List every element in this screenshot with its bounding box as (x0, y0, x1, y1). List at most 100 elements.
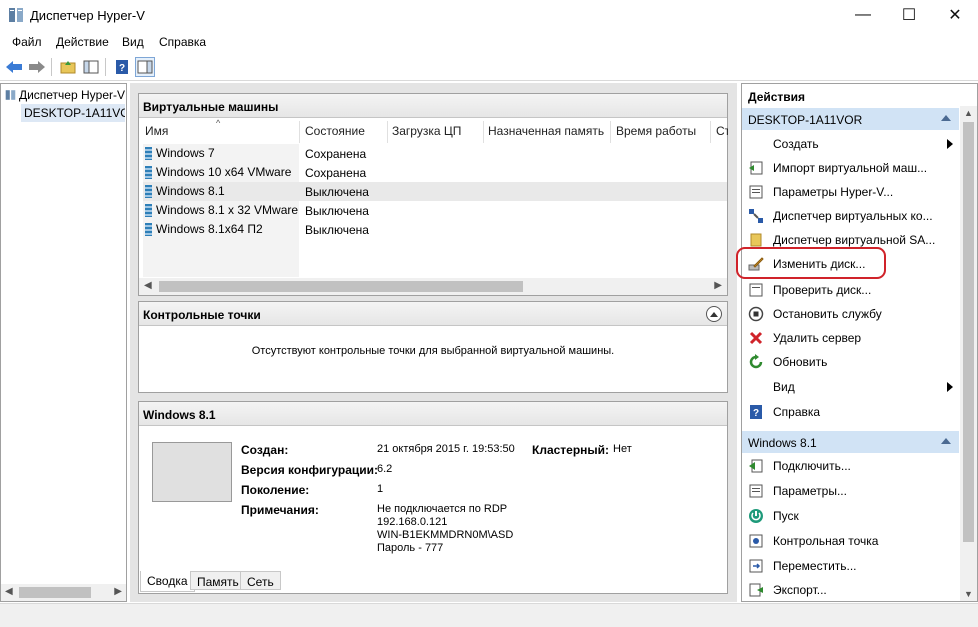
maximize-button[interactable]: ☐ (886, 0, 932, 30)
action-edit-disk[interactable]: Изменить диск... (736, 247, 959, 279)
collapse-button[interactable] (706, 306, 722, 322)
menu-help[interactable]: Справка (159, 35, 206, 49)
import-icon (747, 159, 765, 177)
vm-row[interactable]: Windows 7 Сохранена (143, 144, 727, 163)
action-remove-server[interactable]: Удалить сервер (742, 327, 959, 349)
action-label: Экспорт... (773, 583, 827, 597)
console-tree-icon (83, 60, 99, 74)
title-bar: Диспетчер Hyper-V — ☐ ✕ (0, 0, 978, 30)
action-hyper-v-settings[interactable]: Параметры Hyper-V... (742, 181, 959, 203)
stop-service-icon (747, 305, 765, 323)
vm-row[interactable]: Windows 8.1x64 П2 Выключена (143, 220, 727, 239)
switch-manager-icon (747, 207, 765, 225)
action-virtual-switch-manager[interactable]: Диспетчер виртуальных ко... (742, 205, 959, 227)
scroll-right-icon: ▶ (114, 586, 122, 597)
scroll-thumb[interactable] (19, 587, 91, 598)
vm-name: Windows 8.1 x 32 VMware (156, 203, 299, 217)
show-hide-action-pane-button[interactable] (135, 57, 155, 77)
start-icon (747, 507, 765, 525)
scroll-up-icon: ▲ (964, 108, 973, 118)
submenu-arrow-icon (947, 139, 953, 149)
help-button[interactable]: ? (112, 57, 132, 77)
action-help[interactable]: ? Справка (742, 401, 959, 423)
column-memory[interactable]: Назначенная память (488, 124, 608, 144)
tree-root-hyper-v[interactable]: Диспетчер Hyper-V (5, 86, 125, 104)
scroll-thumb[interactable] (159, 281, 523, 292)
action-start[interactable]: Пуск (742, 505, 959, 527)
action-connect[interactable]: Подключить... (742, 455, 959, 477)
menu-action[interactable]: Действие (56, 35, 109, 49)
vm-icon (145, 146, 152, 160)
scroll-left-icon: ◀ (144, 280, 152, 291)
action-create[interactable]: Создать (742, 133, 959, 155)
column-divider (483, 121, 484, 143)
action-label: Справка (773, 405, 821, 419)
column-state[interactable]: Состояние (305, 124, 387, 144)
action-inspect-disk[interactable]: Проверить диск... (742, 279, 959, 301)
created-value: 21 октября 2015 г. 19:53:50 (377, 443, 515, 455)
menu-view[interactable]: Вид (122, 35, 144, 49)
collapse-up-icon (941, 115, 951, 121)
vm-thumbnail (152, 442, 232, 502)
action-pane-icon (137, 60, 153, 74)
vm-row[interactable]: Windows 8.1 x 32 VMware Выключена (143, 201, 727, 220)
action-vm-settings[interactable]: Параметры... (742, 480, 959, 502)
column-cpu[interactable]: Загрузка ЦП (392, 124, 480, 144)
checkpoint-icon (747, 532, 765, 550)
vm-actions-group[interactable]: Windows 8.1 (742, 431, 959, 453)
vm-row-selected[interactable]: Windows 8.1 Выключена (143, 182, 727, 201)
back-button[interactable] (4, 57, 24, 77)
action-label: Вид (773, 380, 795, 394)
vm-group-label: Windows 8.1 (748, 436, 817, 450)
actions-vertical-scrollbar[interactable]: ▲ ▼ (960, 106, 977, 601)
window-title: Диспетчер Hyper-V (30, 8, 145, 23)
vm-row[interactable]: Windows 10 x64 VMware Сохранена (143, 163, 727, 182)
vm-icon (145, 184, 152, 198)
host-actions-group[interactable]: DESKTOP-1A11VOR (742, 108, 959, 130)
forward-button[interactable] (27, 57, 47, 77)
vm-list-horizontal-scrollbar[interactable]: ◀ ▶ (139, 278, 727, 295)
action-import-vm[interactable]: Импорт виртуальной маш... (742, 157, 959, 179)
notes-line: Не подключается по RDP (377, 503, 508, 515)
action-stop-service[interactable]: Остановить службу (742, 303, 959, 325)
action-label: Обновить (773, 355, 828, 369)
notes-line: WIN-B1EKMMDRN0M\ASD (377, 529, 514, 541)
action-move[interactable]: Переместить... (742, 555, 959, 577)
action-label: Параметры Hyper-V... (773, 185, 894, 199)
action-checkpoint[interactable]: Контрольная точка (742, 530, 959, 552)
folder-up-icon (60, 61, 76, 74)
column-uptime[interactable]: Время работы (616, 124, 708, 144)
column-status[interactable]: Ст (716, 124, 728, 144)
vm-name: Windows 10 x64 VMware (156, 165, 292, 179)
scroll-left-icon: ◀ (5, 586, 13, 597)
up-folder-button[interactable] (58, 57, 78, 77)
scroll-thumb[interactable] (963, 122, 974, 542)
checkpoints-panel: Контрольные точки Отсутствуют контрольны… (138, 301, 728, 393)
tab-network[interactable]: Сеть (240, 571, 281, 590)
action-label: Импорт виртуальной маш... (773, 161, 928, 175)
show-hide-tree-button[interactable] (81, 57, 101, 77)
close-button[interactable]: ✕ (932, 0, 978, 30)
tab-memory[interactable]: Память (190, 571, 246, 590)
minimize-button[interactable]: — (840, 0, 886, 30)
close-icon: ✕ (948, 7, 962, 24)
menu-file[interactable]: Файл (12, 35, 42, 49)
action-refresh[interactable]: Обновить (742, 351, 959, 373)
connect-icon (747, 457, 765, 475)
action-label: Параметры... (773, 484, 847, 498)
host-group-label: DESKTOP-1A11VOR (748, 113, 863, 127)
tab-summary[interactable]: Сводка (140, 571, 195, 592)
column-name[interactable]: Имя (145, 124, 295, 144)
refresh-icon (747, 353, 765, 371)
vm-state: Выключена (305, 185, 369, 199)
vm-icon (145, 222, 152, 236)
config-version-value: 6.2 (377, 463, 393, 475)
tree-item-host[interactable]: DESKTOP-1A11VOR (21, 104, 125, 122)
action-label: Диспетчер виртуальных ко... (773, 209, 933, 223)
action-label: Пуск (773, 509, 799, 523)
action-view[interactable]: Вид (742, 376, 959, 398)
notes-label: Примечания: (241, 503, 319, 517)
clustered-label: Кластерный: (532, 443, 610, 457)
tree-horizontal-scrollbar[interactable]: ◀ ▶ (1, 584, 126, 601)
action-export[interactable]: Экспорт... (742, 579, 959, 601)
